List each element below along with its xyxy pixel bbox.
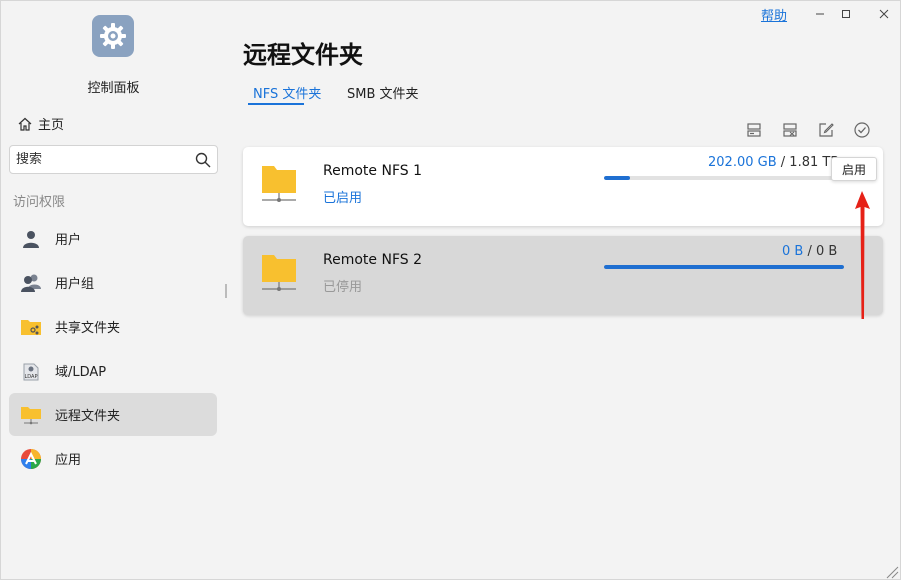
ldap-icon: LDAP — [19, 359, 43, 383]
folder-name: Remote NFS 2 — [323, 252, 422, 268]
used-size: 0 B — [782, 244, 804, 259]
user-icon — [19, 227, 43, 251]
close-icon — [879, 9, 889, 19]
sidebar-item-apps[interactable]: 应用 — [9, 437, 217, 480]
tab-nfs-folders[interactable]: NFS 文件夹 — [253, 83, 321, 102]
active-tab-indicator — [248, 103, 304, 105]
usage-progress-bar — [604, 176, 844, 180]
control-panel-window: 帮助 控制面板 主页 搜索 访问权限 用户 用户组 共享文件夹 LDAP 域/L… — [0, 0, 901, 580]
resize-grip-icon[interactable] — [885, 565, 899, 579]
folder-status: 已启用 — [323, 191, 363, 206]
sidebar-item-label: 域/LDAP — [55, 365, 107, 380]
remote-folder-card-nfs-1[interactable]: Remote NFS 1 已启用 202.00 GB / 1.81 TB — [243, 147, 883, 226]
unmount-icon — [783, 123, 797, 137]
unmount-button[interactable] — [779, 119, 801, 141]
remote-folder-icon — [262, 255, 296, 291]
tab-smb-folders[interactable]: SMB 文件夹 — [347, 83, 419, 102]
sidebar-item-label: 远程文件夹 — [55, 409, 121, 424]
svg-text:LDAP: LDAP — [25, 374, 38, 380]
total-size: 0 B — [816, 244, 838, 259]
enable-button[interactable] — [851, 119, 873, 141]
usage-separator: / — [780, 155, 786, 170]
sidebar-item-label: 共享文件夹 — [55, 321, 121, 336]
search-input[interactable] — [16, 152, 195, 167]
control-panel-gear-icon — [92, 15, 134, 57]
enable-tooltip: 启用 — [831, 157, 877, 181]
app-title: 控制面板 — [87, 81, 140, 96]
minimize-button[interactable] — [807, 3, 833, 25]
maximize-icon — [842, 10, 850, 18]
home-label: 主页 — [38, 118, 65, 133]
sidebar-item-remote-folders[interactable]: 远程文件夹 — [9, 393, 217, 436]
usage-progress-bar — [604, 265, 844, 269]
search-icon[interactable] — [195, 152, 211, 168]
sidebar-item-label: 应用 — [55, 453, 82, 468]
mount-button[interactable] — [743, 119, 765, 141]
minimize-icon — [816, 13, 824, 15]
used-size: 202.00 GB — [708, 155, 777, 170]
search-box[interactable] — [9, 145, 218, 174]
page-title: 远程文件夹 — [243, 41, 363, 69]
user-group-icon — [19, 271, 43, 295]
remote-folder-card-nfs-2[interactable]: Remote NFS 2 已停用 0 B / 0 B — [243, 236, 883, 315]
close-button[interactable] — [871, 3, 897, 25]
storage-usage: 202.00 GB / 1.81 TB — [708, 155, 839, 170]
storage-usage: 0 B / 0 B — [782, 244, 837, 259]
maximize-button[interactable] — [833, 3, 859, 25]
sidebar-item-users[interactable]: 用户 — [9, 217, 217, 260]
sidebar-item-ldap[interactable]: LDAP 域/LDAP — [9, 349, 217, 392]
usage-progress-fill — [604, 176, 631, 180]
sidebar-item-label: 用户 — [55, 233, 82, 248]
edit-button[interactable] — [815, 119, 837, 141]
shared-folder-icon — [19, 315, 43, 339]
enable-check-icon — [854, 122, 870, 138]
edit-icon — [819, 123, 834, 137]
folder-status: 已停用 — [323, 280, 363, 295]
sidebar-splitter[interactable] — [225, 284, 227, 298]
help-link[interactable]: 帮助 — [761, 5, 787, 24]
home-icon — [18, 117, 32, 131]
sidebar-item-shared-folders[interactable]: 共享文件夹 — [9, 305, 217, 348]
app-icon — [19, 447, 43, 471]
folder-name: Remote NFS 1 — [323, 163, 422, 179]
home-link[interactable]: 主页 — [17, 114, 64, 133]
sidebar: 控制面板 主页 访问权限 用户 用户组 — [1, 1, 226, 580]
red-annotation-arrow — [855, 191, 870, 319]
usage-separator: / — [807, 244, 812, 259]
mount-icon — [747, 123, 761, 137]
usage-progress-fill — [604, 265, 844, 269]
access-section-label: 访问权限 — [13, 195, 66, 210]
remote-folder-icon — [262, 166, 296, 202]
sidebar-item-user-groups[interactable]: 用户组 — [9, 261, 217, 304]
remote-folder-icon — [19, 403, 43, 427]
sidebar-item-label: 用户组 — [55, 277, 95, 292]
